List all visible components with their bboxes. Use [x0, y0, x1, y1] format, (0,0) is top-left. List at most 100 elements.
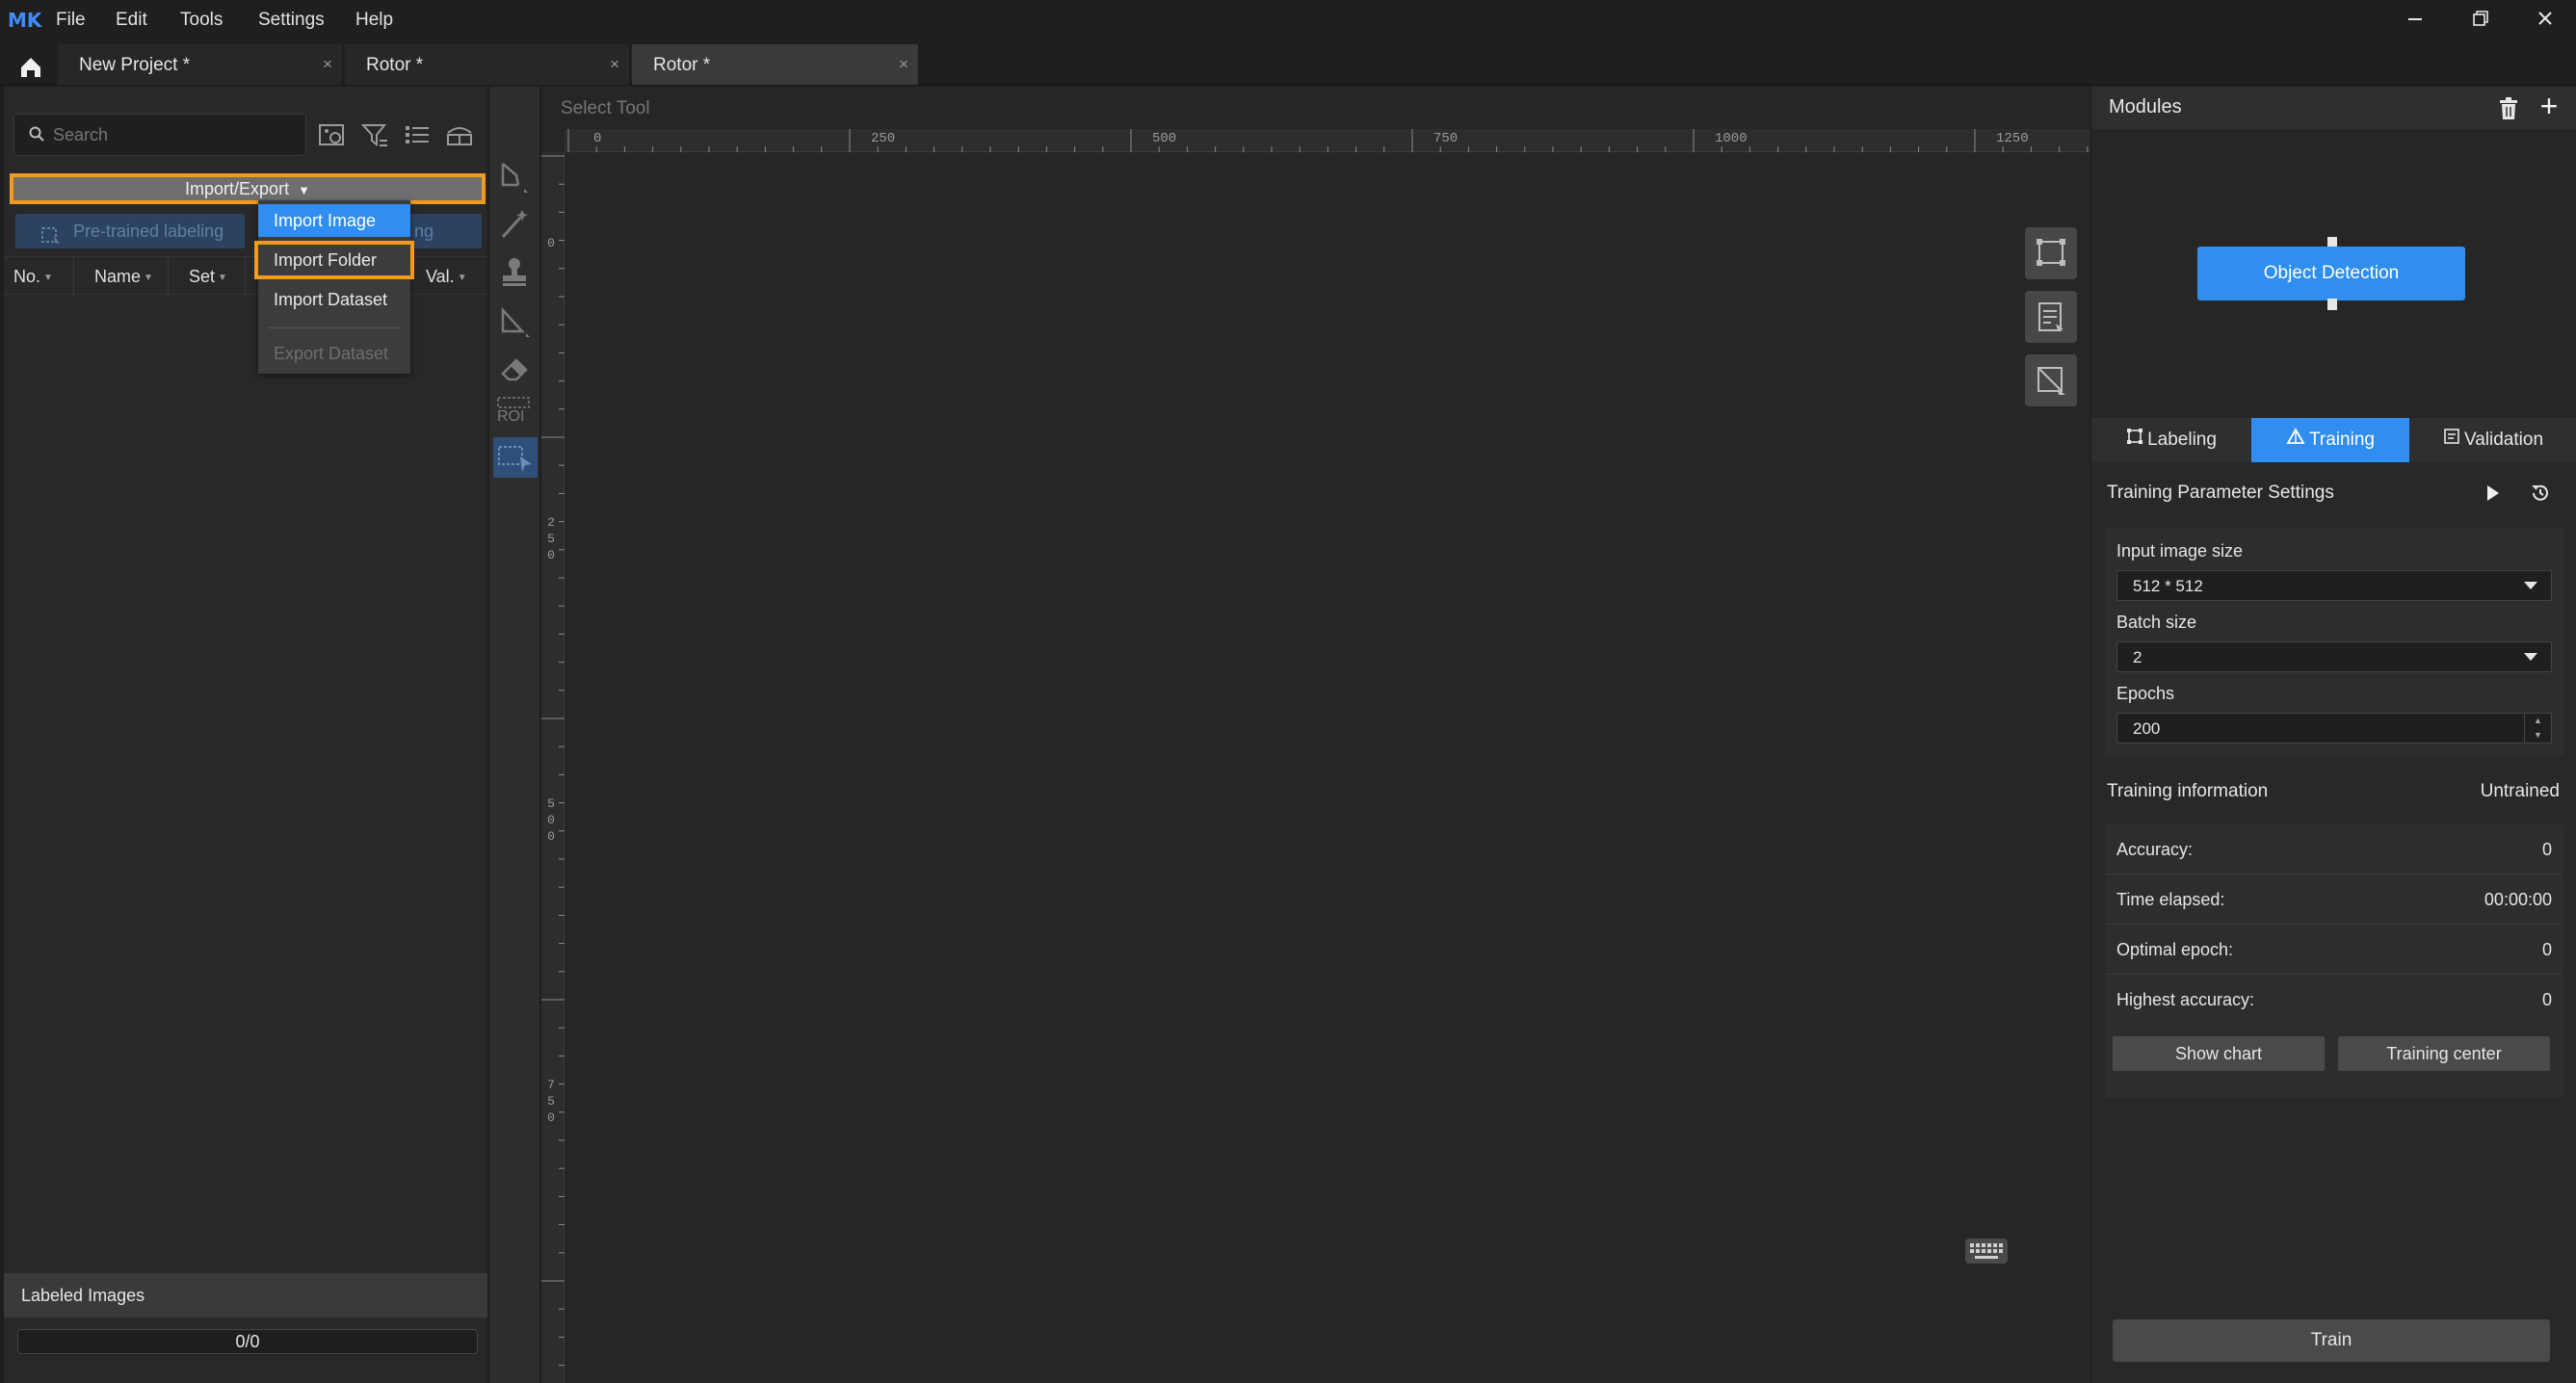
close-icon[interactable]: × [323, 55, 332, 74]
epochs-label: Epochs [2116, 684, 2175, 703]
caret-down-icon [2524, 582, 2537, 589]
validation-icon [2443, 418, 2460, 462]
menu-import-dataset[interactable]: Import Dataset [258, 283, 410, 316]
pretrained-labeling-button[interactable]: Pre-trained labeling [15, 214, 245, 248]
polygon-tool-icon[interactable] [495, 156, 534, 198]
close-icon[interactable]: × [610, 55, 619, 74]
info-label: Optimal epoch: [2116, 940, 2234, 959]
gallery-view-icon[interactable] [443, 119, 476, 150]
tab-new-project[interactable]: New Project * × [58, 44, 343, 85]
tab-label: Rotor * [366, 55, 424, 75]
menu-export-dataset: Export Dataset [274, 344, 389, 363]
label-list-icon[interactable] [2025, 291, 2077, 343]
current-tool-label: Select Tool [561, 98, 650, 118]
tab-validation[interactable]: Validation [2413, 418, 2573, 462]
training-info-title: Training information [2107, 781, 2269, 801]
magic-wand-icon[interactable] [495, 204, 534, 247]
menu-file[interactable]: File [56, 10, 86, 31]
play-icon[interactable] [2481, 482, 2504, 505]
training-info: Accuracy: 0 Time elapsed: 00:00:00 Optim… [2105, 824, 2563, 1098]
filter-icon[interactable] [358, 119, 391, 150]
column-divider [73, 257, 74, 296]
training-parameters: Input image size 512 * 512 Batch size 2 … [2105, 528, 2563, 757]
tab-bar: New Project * × Rotor * × Rotor * × [0, 42, 2576, 85]
search-input[interactable] [53, 122, 294, 147]
ruler-label: 750 [547, 1078, 555, 1125]
select-tool-icon[interactable] [493, 437, 538, 478]
close-icon[interactable]: × [899, 55, 908, 74]
tab-labeling[interactable]: Labeling [2095, 418, 2247, 462]
search-icon [28, 125, 45, 147]
add-module-icon[interactable]: + [2535, 91, 2563, 121]
ruler-label: 250 [547, 515, 555, 562]
epochs-value: 200 [2133, 719, 2161, 738]
column-name[interactable]: Name ▼ [94, 267, 153, 287]
minimize-icon[interactable] [2396, 6, 2434, 37]
list-view-icon[interactable] [401, 119, 434, 150]
menu-settings[interactable]: Settings [258, 10, 325, 31]
close-window-icon[interactable] [2526, 6, 2564, 37]
eraser-icon[interactable] [495, 349, 534, 391]
spin-down-icon[interactable]: ▼ [2524, 728, 2551, 743]
training-parameters-header: Training Parameter Settings [2091, 474, 2576, 512]
menu-divider [268, 327, 401, 328]
mask-view-icon[interactable] [2025, 354, 2077, 406]
import-export-label: Import/Export [185, 179, 290, 198]
mask-tool-icon[interactable] [495, 300, 534, 343]
ruler-label: 0 [593, 131, 602, 146]
show-chart-button[interactable]: Show chart [2113, 1036, 2325, 1071]
training-icon [2286, 418, 2305, 462]
sort-icon: ▼ [144, 272, 153, 283]
epochs-spinbox[interactable]: 200 ▲ ▼ [2116, 713, 2552, 744]
labeled-images-bar: Labeled Images [4, 1273, 487, 1318]
labeling-toolbar: ROI [489, 87, 539, 1383]
caret-down-icon [2524, 653, 2537, 661]
info-label: Highest accuracy: [2116, 990, 2255, 1009]
image-table-header: No. ▼ Name ▼ Set ▼ Val. ▼ [4, 256, 487, 296]
info-label: Time elapsed: [2116, 890, 2225, 909]
module-graph: Object Detection [2091, 129, 2576, 418]
roi-tool[interactable]: ROI [497, 397, 530, 426]
stamp-icon[interactable] [495, 252, 534, 295]
image-filter-icon[interactable] [316, 119, 349, 150]
auto-label-icon [40, 222, 62, 257]
fit-view-icon[interactable] [2025, 227, 2077, 279]
ruler-label: 250 [871, 131, 896, 146]
column-set[interactable]: Set ▼ [189, 267, 227, 287]
keyboard-icon[interactable] [1963, 1233, 2010, 1267]
training-center-button[interactable]: Training center [2338, 1036, 2550, 1071]
search-box[interactable] [13, 114, 306, 156]
sort-icon: ▼ [457, 272, 467, 283]
train-button[interactable]: Train [2113, 1319, 2550, 1362]
tab-training[interactable]: Training [2251, 418, 2409, 462]
image-canvas[interactable]: Select Tool 0 250 500 750 1000 1250 0 25… [541, 87, 2090, 1383]
info-row-time: Time elapsed: 00:00:00 [2105, 874, 2563, 925]
input-size-select[interactable]: 512 * 512 [2116, 570, 2552, 601]
menu-tools[interactable]: Tools [180, 10, 223, 31]
spin-up-icon[interactable]: ▲ [2524, 714, 2551, 728]
column-no[interactable]: No. ▼ [13, 267, 53, 287]
tab-rotor-2[interactable]: Rotor * × [632, 44, 919, 85]
home-icon[interactable] [8, 46, 54, 85]
menu-edit[interactable]: Edit [116, 10, 147, 31]
menu-help[interactable]: Help [355, 10, 393, 31]
batch-size-label: Batch size [2116, 613, 2197, 632]
pretrained-labeling-label: Pre-trained labeling [73, 222, 224, 241]
import-export-button[interactable]: Import/Export ▼ [10, 173, 486, 204]
info-row-highest-accuracy: Highest accuracy: 0 [2105, 975, 2563, 1025]
labeling-icon [2126, 418, 2143, 462]
object-detection-module[interactable]: Object Detection [2197, 247, 2465, 300]
mode-tabs: Labeling Training Validation [2091, 418, 2576, 462]
trash-icon[interactable] [2494, 94, 2523, 123]
modules-header: Modules + [2091, 87, 2576, 129]
labeling-action-button[interactable]: ng [408, 214, 482, 248]
restore-icon[interactable] [2461, 6, 2500, 37]
vertical-ruler: 0 250 500 750 [541, 152, 565, 1383]
column-val[interactable]: Val. ▼ [426, 267, 467, 287]
history-icon[interactable] [2527, 480, 2554, 507]
tab-rotor-1[interactable]: Rotor * × [345, 44, 630, 85]
input-size-label: Input image size [2116, 541, 2244, 561]
batch-size-select[interactable]: 2 [2116, 641, 2552, 672]
menu-import-folder[interactable]: Import Folder [254, 241, 414, 279]
menu-import-image[interactable]: Import Image [258, 204, 410, 237]
